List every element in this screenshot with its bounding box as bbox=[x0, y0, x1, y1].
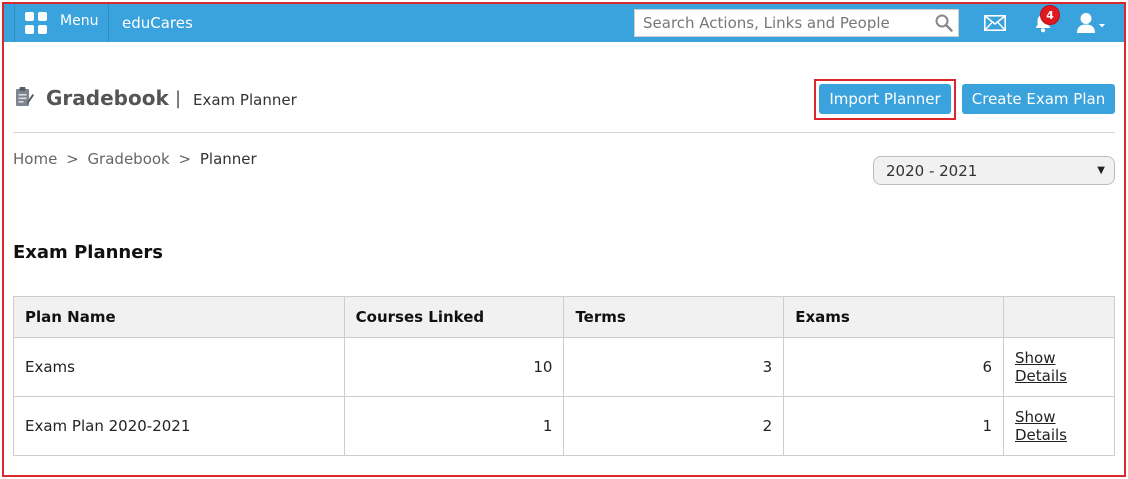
header-divider bbox=[13, 132, 1115, 133]
breadcrumb-planner: Planner bbox=[199, 150, 257, 168]
dropdown-caret-icon: ▼ bbox=[1097, 165, 1105, 176]
table-row: Exams 10 3 6 Show Details bbox=[13, 337, 1115, 397]
column-header-exams: Exams bbox=[783, 296, 1004, 338]
clipboard-icon bbox=[16, 87, 34, 106]
exams-cell: 6 bbox=[783, 337, 1004, 397]
terms-cell: 3 bbox=[563, 337, 785, 397]
terms-cell: 2 bbox=[563, 396, 785, 456]
actions-cell: Show Details bbox=[1003, 337, 1115, 397]
column-header-plan-name: Plan Name bbox=[13, 296, 345, 338]
breadcrumb-separator: > bbox=[66, 150, 79, 168]
academic-year-select[interactable]: 2020 - 2021 ▼ bbox=[873, 156, 1115, 185]
create-exam-plan-button[interactable]: Create Exam Plan bbox=[962, 84, 1115, 114]
menu-button[interactable]: Menu bbox=[14, 4, 109, 42]
app-name-link[interactable]: eduCares bbox=[122, 14, 193, 32]
section-title: Exam Planners bbox=[13, 242, 164, 263]
column-header-terms: Terms bbox=[563, 296, 785, 338]
menu-label: Menu bbox=[60, 13, 99, 29]
column-header-courses-linked: Courses Linked bbox=[343, 296, 565, 338]
search-icon[interactable] bbox=[930, 10, 958, 36]
column-header-actions bbox=[1003, 296, 1115, 338]
mail-icon[interactable] bbox=[984, 15, 1006, 31]
breadcrumb-home[interactable]: Home bbox=[13, 150, 57, 168]
top-navigation-bar: Menu eduCares 4 bbox=[4, 4, 1124, 42]
import-planner-button[interactable]: Import Planner bbox=[819, 84, 951, 114]
plan-name-cell: Exam Plan 2020-2021 bbox=[13, 396, 345, 456]
academic-year-value: 2020 - 2021 bbox=[886, 161, 978, 180]
page-title: Gradebook bbox=[46, 86, 169, 110]
table-header-row: Plan Name Courses Linked Terms Exams bbox=[13, 296, 1115, 338]
notification-badge: 4 bbox=[1040, 5, 1060, 25]
user-avatar-icon[interactable] bbox=[1076, 12, 1106, 34]
global-search bbox=[634, 9, 959, 37]
apps-grid-icon bbox=[25, 12, 47, 34]
show-details-link[interactable]: Show Details bbox=[1015, 349, 1067, 385]
exam-planners-table: Plan Name Courses Linked Terms Exams Exa… bbox=[13, 296, 1115, 456]
breadcrumb-separator: > bbox=[178, 150, 192, 168]
courses-linked-cell: 10 bbox=[343, 337, 565, 397]
courses-linked-cell: 1 bbox=[343, 396, 565, 456]
table-row: Exam Plan 2020-2021 1 2 1 Show Details bbox=[13, 396, 1115, 456]
actions-cell: Show Details bbox=[1003, 396, 1115, 456]
page-subtitle: Exam Planner bbox=[193, 91, 297, 109]
title-separator: | bbox=[175, 88, 182, 109]
show-details-link[interactable]: Show Details bbox=[1015, 408, 1067, 444]
breadcrumb: Home > Gradebook > Planner bbox=[13, 150, 257, 168]
search-input[interactable] bbox=[635, 10, 930, 36]
breadcrumb-gradebook[interactable]: Gradebook bbox=[87, 150, 169, 168]
exams-cell: 1 bbox=[783, 396, 1004, 456]
plan-name-cell: Exams bbox=[13, 337, 345, 397]
